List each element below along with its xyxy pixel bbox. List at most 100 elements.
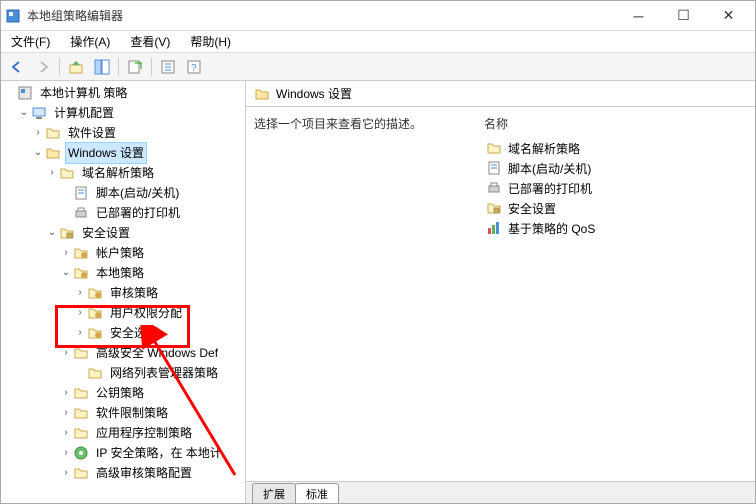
list-item[interactable]: 域名解析策略 bbox=[484, 138, 747, 158]
item-label: 域名解析策略 bbox=[508, 140, 580, 157]
app-icon bbox=[5, 8, 21, 24]
tree-user-rights[interactable]: › 用户权限分配 bbox=[3, 303, 246, 323]
maximize-button[interactable]: ☐ bbox=[661, 2, 706, 30]
tree-label: 网络列表管理器策略 bbox=[107, 362, 221, 384]
show-hide-tree-button[interactable] bbox=[90, 56, 114, 78]
close-button[interactable]: ✕ bbox=[706, 2, 751, 30]
help-button[interactable]: ? bbox=[182, 56, 206, 78]
expand-icon[interactable]: › bbox=[31, 123, 45, 143]
app-window: 本地组策略编辑器 ─ ☐ ✕ 文件(F) 操作(A) 查看(V) 帮助(H) ? bbox=[0, 0, 756, 504]
tree-windows-settings[interactable]: ⌄ Windows 设置 bbox=[3, 143, 246, 163]
list-item[interactable]: 已部署的打印机 bbox=[484, 178, 747, 198]
tree-dns-policy[interactable]: › 域名解析策略 bbox=[3, 163, 246, 183]
tree-label: 应用程序控制策略 bbox=[93, 422, 195, 444]
tree-security-settings[interactable]: ⌄ 安全设置 bbox=[3, 223, 246, 243]
tree-app-control[interactable]: › 应用程序控制策略 bbox=[3, 423, 246, 443]
folder-icon bbox=[59, 165, 75, 181]
collapse-icon[interactable]: ⌄ bbox=[45, 223, 59, 243]
tree-advanced-audit[interactable]: › 高级审核策略配置 bbox=[3, 463, 246, 483]
up-button[interactable] bbox=[64, 56, 88, 78]
tree-ip-security[interactable]: › IP 安全策略，在 本地计 bbox=[3, 443, 246, 463]
tree-label: Windows 设置 bbox=[65, 142, 147, 164]
tree-root[interactable]: 本地计算机 策略 bbox=[3, 83, 246, 103]
printer-icon bbox=[486, 180, 502, 196]
window-title: 本地组策略编辑器 bbox=[27, 7, 616, 24]
list-item[interactable]: 脚本(启动/关机) bbox=[484, 158, 747, 178]
tab-standard[interactable]: 标准 bbox=[295, 483, 339, 503]
tree-label: 软件限制策略 bbox=[93, 402, 171, 424]
tree-pane[interactable]: 本地计算机 策略 ⌄ 计算机配置 › 软件设置 ⌄ Windows 设置 bbox=[1, 81, 246, 503]
folder-open-icon bbox=[254, 86, 270, 102]
toolbar-sep bbox=[151, 58, 152, 76]
tree-label: 本地计算机 策略 bbox=[37, 82, 130, 104]
menu-view[interactable]: 查看(V) bbox=[124, 31, 176, 52]
folder-icon bbox=[73, 405, 89, 421]
tree-audit-policy[interactable]: › 审核策略 bbox=[3, 283, 246, 303]
menu-help[interactable]: 帮助(H) bbox=[184, 31, 237, 52]
tree-public-key[interactable]: › 公钥策略 bbox=[3, 383, 246, 403]
item-list: 名称 域名解析策略 脚本(启动/关机) 已部署的打印机 bbox=[484, 115, 747, 473]
content-main: 选择一个项目来查看它的描述。 名称 域名解析策略 脚本(启动/关机) 已部署的打… bbox=[246, 107, 755, 481]
tree-label: 计算机配置 bbox=[51, 102, 117, 124]
list-item[interactable]: 基于策略的 QoS bbox=[484, 218, 747, 238]
expand-icon[interactable]: › bbox=[73, 283, 87, 303]
description-text: 选择一个项目来查看它的描述。 bbox=[254, 115, 444, 473]
back-button[interactable] bbox=[5, 56, 29, 78]
expand-icon[interactable]: › bbox=[59, 243, 73, 263]
window-buttons: ─ ☐ ✕ bbox=[616, 2, 751, 30]
tree-account-policy[interactable]: › 帐户策略 bbox=[3, 243, 246, 263]
collapse-icon[interactable]: ⌄ bbox=[31, 143, 45, 163]
expand-icon[interactable]: › bbox=[59, 403, 73, 423]
item-label: 已部署的打印机 bbox=[508, 180, 592, 197]
refresh-button[interactable] bbox=[156, 56, 180, 78]
policy-folder-icon bbox=[73, 245, 89, 261]
column-name[interactable]: 名称 bbox=[484, 115, 747, 132]
tree-software-settings[interactable]: › 软件设置 bbox=[3, 123, 246, 143]
policy-folder-icon bbox=[87, 305, 103, 321]
minimize-button[interactable]: ─ bbox=[616, 2, 661, 30]
forward-button[interactable] bbox=[31, 56, 55, 78]
tree-label: 高级审核策略配置 bbox=[93, 462, 195, 484]
svg-text:?: ? bbox=[191, 63, 197, 74]
collapse-icon[interactable]: ⌄ bbox=[59, 263, 73, 283]
expand-icon[interactable]: › bbox=[59, 463, 73, 483]
security-icon bbox=[59, 225, 75, 241]
tree-local-policy[interactable]: ⌄ 本地策略 bbox=[3, 263, 246, 283]
tree-network-list[interactable]: 网络列表管理器策略 bbox=[3, 363, 246, 383]
tree-label: 安全设置 bbox=[79, 222, 133, 244]
expand-icon[interactable]: › bbox=[45, 163, 59, 183]
tree-label: 域名解析策略 bbox=[79, 162, 157, 184]
script-icon bbox=[486, 160, 502, 176]
shield-icon bbox=[73, 345, 89, 361]
expand-icon[interactable]: › bbox=[73, 323, 87, 343]
tree-printers[interactable]: 已部署的打印机 bbox=[3, 203, 246, 223]
folder-icon bbox=[45, 125, 61, 141]
expand-icon[interactable]: › bbox=[59, 343, 73, 363]
expand-icon[interactable]: › bbox=[59, 423, 73, 443]
tree-security-options[interactable]: › 安全选项 bbox=[3, 323, 246, 343]
expand-icon[interactable]: › bbox=[59, 383, 73, 403]
path-title: Windows 设置 bbox=[276, 85, 352, 102]
body-split: 本地计算机 策略 ⌄ 计算机配置 › 软件设置 ⌄ Windows 设置 bbox=[1, 81, 755, 503]
collapse-icon[interactable]: ⌄ bbox=[17, 103, 31, 123]
tree-software-restriction[interactable]: › 软件限制策略 bbox=[3, 403, 246, 423]
computer-icon bbox=[31, 105, 47, 121]
expand-icon[interactable]: › bbox=[59, 443, 73, 463]
tree-computer-config[interactable]: ⌄ 计算机配置 bbox=[3, 103, 246, 123]
tree-label: 帐户策略 bbox=[93, 242, 147, 264]
tree-label: 已部署的打印机 bbox=[93, 202, 183, 224]
tree-label: IP 安全策略，在 本地计 bbox=[93, 442, 225, 464]
view-tabs: 扩展 标准 bbox=[246, 481, 755, 503]
path-bar: Windows 设置 bbox=[246, 81, 755, 107]
menu-action[interactable]: 操作(A) bbox=[64, 31, 116, 52]
tree-windows-defender[interactable]: › 高级安全 Windows Def bbox=[3, 343, 246, 363]
export-button[interactable] bbox=[123, 56, 147, 78]
tab-extended[interactable]: 扩展 bbox=[252, 483, 296, 503]
expand-icon[interactable]: › bbox=[73, 303, 87, 323]
tree-scripts[interactable]: 脚本(启动/关机) bbox=[3, 183, 246, 203]
folder-icon bbox=[87, 365, 103, 381]
menu-file[interactable]: 文件(F) bbox=[5, 31, 56, 52]
script-icon bbox=[73, 185, 89, 201]
tree-label: 高级安全 Windows Def bbox=[93, 342, 221, 364]
list-item[interactable]: 安全设置 bbox=[484, 198, 747, 218]
